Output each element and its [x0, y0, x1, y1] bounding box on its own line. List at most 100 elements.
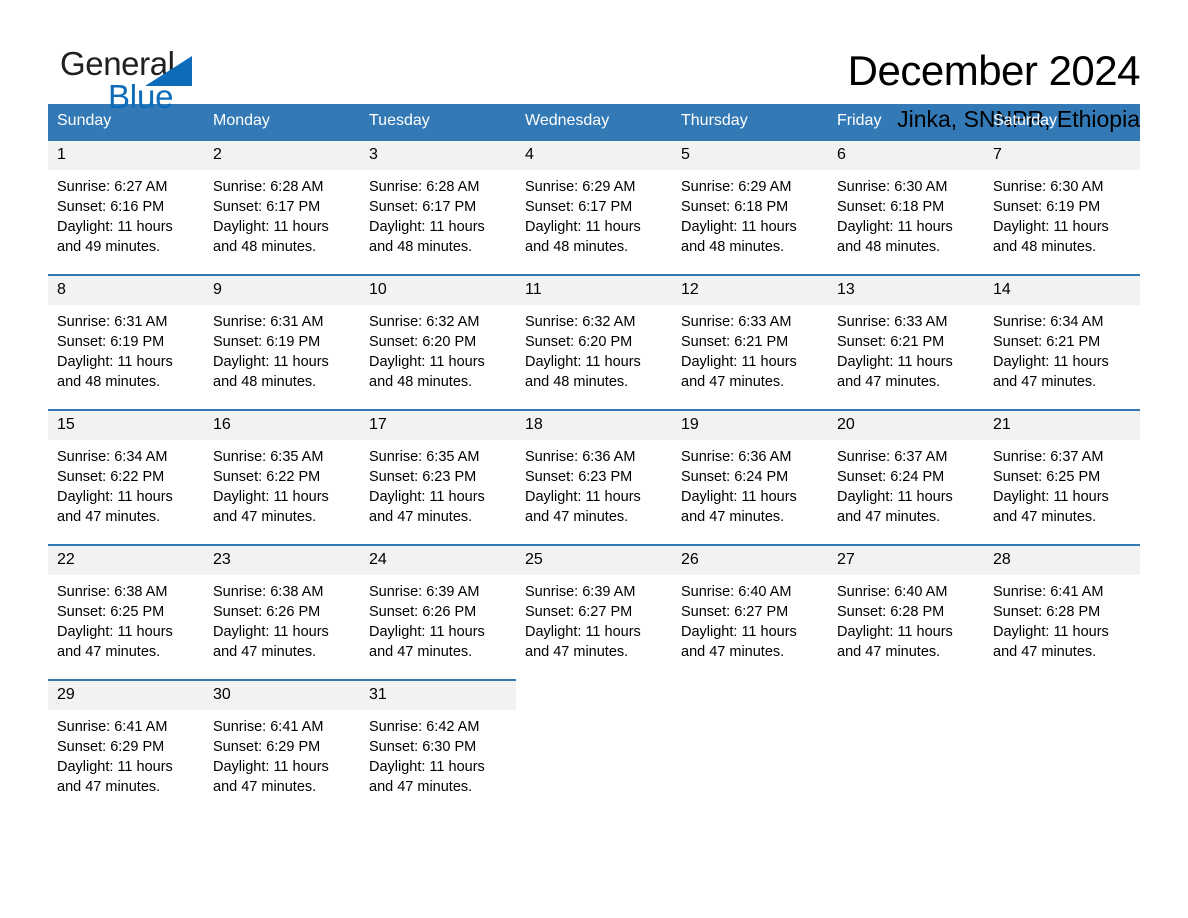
- day-cell[interactable]: 5 Sunrise: 6:29 AM Sunset: 6:18 PM Dayli…: [672, 139, 828, 259]
- sunset-text: Sunset: 6:22 PM: [213, 469, 321, 485]
- day-cell[interactable]: 21 Sunrise: 6:37 AM Sunset: 6:25 PM Dayl…: [984, 409, 1140, 529]
- daylight-text-line1: Daylight: 11 hours: [213, 759, 329, 775]
- sunset-text: Sunset: 6:19 PM: [993, 199, 1101, 215]
- day-number: 9: [204, 276, 360, 305]
- day-cell[interactable]: 14 Sunrise: 6:34 AM Sunset: 6:21 PM Dayl…: [984, 274, 1140, 394]
- daylight-text-line2: and 47 minutes.: [57, 779, 161, 795]
- day-cell[interactable]: 27 Sunrise: 6:40 AM Sunset: 6:28 PM Dayl…: [828, 544, 984, 664]
- sunset-text: Sunset: 6:17 PM: [213, 199, 321, 215]
- day-cell[interactable]: 7 Sunrise: 6:30 AM Sunset: 6:19 PM Dayli…: [984, 139, 1140, 259]
- day-cell[interactable]: 6 Sunrise: 6:30 AM Sunset: 6:18 PM Dayli…: [828, 139, 984, 259]
- sunrise-text: Sunrise: 6:30 AM: [837, 179, 948, 195]
- day-cell[interactable]: 30 Sunrise: 6:41 AM Sunset: 6:29 PM Dayl…: [204, 679, 360, 799]
- calendar-week-row: 29 Sunrise: 6:41 AM Sunset: 6:29 PM Dayl…: [48, 679, 1140, 799]
- day-cell[interactable]: 18 Sunrise: 6:36 AM Sunset: 6:23 PM Dayl…: [516, 409, 672, 529]
- sunset-text: Sunset: 6:30 PM: [369, 739, 477, 755]
- day-info: Sunrise: 6:37 AM Sunset: 6:25 PM Dayligh…: [984, 440, 1140, 527]
- general-blue-logo[interactable]: General Blue: [48, 46, 248, 122]
- day-cell[interactable]: 16 Sunrise: 6:35 AM Sunset: 6:22 PM Dayl…: [204, 409, 360, 529]
- sunset-text: Sunset: 6:22 PM: [57, 469, 165, 485]
- daylight-text-line1: Daylight: 11 hours: [213, 219, 329, 235]
- day-cell[interactable]: 22 Sunrise: 6:38 AM Sunset: 6:25 PM Dayl…: [48, 544, 204, 664]
- day-cell[interactable]: 2 Sunrise: 6:28 AM Sunset: 6:17 PM Dayli…: [204, 139, 360, 259]
- daylight-text-line1: Daylight: 11 hours: [369, 219, 485, 235]
- day-cell[interactable]: 9 Sunrise: 6:31 AM Sunset: 6:19 PM Dayli…: [204, 274, 360, 394]
- daylight-text-line1: Daylight: 11 hours: [525, 219, 641, 235]
- day-cell[interactable]: 26 Sunrise: 6:40 AM Sunset: 6:27 PM Dayl…: [672, 544, 828, 664]
- sunset-text: Sunset: 6:19 PM: [57, 334, 165, 350]
- day-number: 15: [48, 411, 204, 440]
- day-number: 16: [204, 411, 360, 440]
- sunset-text: Sunset: 6:28 PM: [837, 604, 945, 620]
- day-number: 21: [984, 411, 1140, 440]
- day-number: 26: [672, 546, 828, 575]
- sunrise-text: Sunrise: 6:35 AM: [369, 449, 480, 465]
- day-cell[interactable]: 17 Sunrise: 6:35 AM Sunset: 6:23 PM Dayl…: [360, 409, 516, 529]
- day-cell-empty: [672, 679, 828, 799]
- daylight-text-line2: and 47 minutes.: [525, 509, 629, 525]
- daylight-text-line2: and 47 minutes.: [369, 644, 473, 660]
- sunset-text: Sunset: 6:28 PM: [993, 604, 1101, 620]
- daylight-text-line2: and 48 minutes.: [681, 239, 785, 255]
- daylight-text-line2: and 47 minutes.: [993, 644, 1097, 660]
- sunrise-text: Sunrise: 6:28 AM: [213, 179, 324, 195]
- day-info: Sunrise: 6:32 AM Sunset: 6:20 PM Dayligh…: [516, 305, 672, 392]
- day-info: Sunrise: 6:36 AM Sunset: 6:23 PM Dayligh…: [516, 440, 672, 527]
- daylight-text-line2: and 47 minutes.: [681, 644, 785, 660]
- day-cell[interactable]: 1 Sunrise: 6:27 AM Sunset: 6:16 PM Dayli…: [48, 139, 204, 259]
- daylight-text-line1: Daylight: 11 hours: [57, 354, 173, 370]
- day-cell[interactable]: 19 Sunrise: 6:36 AM Sunset: 6:24 PM Dayl…: [672, 409, 828, 529]
- daylight-text-line1: Daylight: 11 hours: [681, 624, 797, 640]
- daylight-text-line2: and 48 minutes.: [525, 374, 629, 390]
- day-cell[interactable]: 8 Sunrise: 6:31 AM Sunset: 6:19 PM Dayli…: [48, 274, 204, 394]
- sunrise-text: Sunrise: 6:36 AM: [681, 449, 792, 465]
- daylight-text-line2: and 47 minutes.: [369, 779, 473, 795]
- sunrise-text: Sunrise: 6:38 AM: [213, 584, 324, 600]
- calendar-week-row: 22 Sunrise: 6:38 AM Sunset: 6:25 PM Dayl…: [48, 544, 1140, 664]
- day-number: 20: [828, 411, 984, 440]
- sunrise-text: Sunrise: 6:41 AM: [57, 719, 168, 735]
- sunset-text: Sunset: 6:20 PM: [525, 334, 633, 350]
- day-cell[interactable]: 23 Sunrise: 6:38 AM Sunset: 6:26 PM Dayl…: [204, 544, 360, 664]
- day-number: 27: [828, 546, 984, 575]
- day-number: 25: [516, 546, 672, 575]
- day-cell[interactable]: 10 Sunrise: 6:32 AM Sunset: 6:20 PM Dayl…: [360, 274, 516, 394]
- day-cell[interactable]: 15 Sunrise: 6:34 AM Sunset: 6:22 PM Dayl…: [48, 409, 204, 529]
- sunrise-text: Sunrise: 6:34 AM: [993, 314, 1104, 330]
- day-cell[interactable]: 13 Sunrise: 6:33 AM Sunset: 6:21 PM Dayl…: [828, 274, 984, 394]
- day-info: Sunrise: 6:39 AM Sunset: 6:27 PM Dayligh…: [516, 575, 672, 662]
- day-info: Sunrise: 6:41 AM Sunset: 6:29 PM Dayligh…: [48, 710, 204, 797]
- daylight-text-line2: and 47 minutes.: [57, 644, 161, 660]
- day-cell[interactable]: 12 Sunrise: 6:33 AM Sunset: 6:21 PM Dayl…: [672, 274, 828, 394]
- day-cell[interactable]: 28 Sunrise: 6:41 AM Sunset: 6:28 PM Dayl…: [984, 544, 1140, 664]
- sunset-text: Sunset: 6:26 PM: [213, 604, 321, 620]
- day-cell[interactable]: 24 Sunrise: 6:39 AM Sunset: 6:26 PM Dayl…: [360, 544, 516, 664]
- day-info: Sunrise: 6:34 AM Sunset: 6:21 PM Dayligh…: [984, 305, 1140, 392]
- day-info: Sunrise: 6:33 AM Sunset: 6:21 PM Dayligh…: [672, 305, 828, 392]
- day-cell[interactable]: 25 Sunrise: 6:39 AM Sunset: 6:27 PM Dayl…: [516, 544, 672, 664]
- day-number: 12: [672, 276, 828, 305]
- day-cell[interactable]: 4 Sunrise: 6:29 AM Sunset: 6:17 PM Dayli…: [516, 139, 672, 259]
- daylight-text-line1: Daylight: 11 hours: [369, 759, 485, 775]
- sunrise-text: Sunrise: 6:35 AM: [213, 449, 324, 465]
- week-spacer: [48, 529, 1140, 545]
- daylight-text-line2: and 47 minutes.: [837, 644, 941, 660]
- daylight-text-line1: Daylight: 11 hours: [369, 624, 485, 640]
- day-info: Sunrise: 6:39 AM Sunset: 6:26 PM Dayligh…: [360, 575, 516, 662]
- day-cell[interactable]: 31 Sunrise: 6:42 AM Sunset: 6:30 PM Dayl…: [360, 679, 516, 799]
- daylight-text-line1: Daylight: 11 hours: [57, 759, 173, 775]
- sunrise-text: Sunrise: 6:36 AM: [525, 449, 636, 465]
- day-cell[interactable]: 3 Sunrise: 6:28 AM Sunset: 6:17 PM Dayli…: [360, 139, 516, 259]
- day-cell[interactable]: 20 Sunrise: 6:37 AM Sunset: 6:24 PM Dayl…: [828, 409, 984, 529]
- daylight-text-line1: Daylight: 11 hours: [369, 354, 485, 370]
- calendar-week-row: 1 Sunrise: 6:27 AM Sunset: 6:16 PM Dayli…: [48, 139, 1140, 259]
- sunrise-text: Sunrise: 6:42 AM: [369, 719, 480, 735]
- sunset-text: Sunset: 6:16 PM: [57, 199, 165, 215]
- day-cell[interactable]: 11 Sunrise: 6:32 AM Sunset: 6:20 PM Dayl…: [516, 274, 672, 394]
- daylight-text-line2: and 48 minutes.: [525, 239, 629, 255]
- daylight-text-line2: and 47 minutes.: [213, 509, 317, 525]
- daylight-text-line2: and 47 minutes.: [213, 779, 317, 795]
- day-info: Sunrise: 6:29 AM Sunset: 6:17 PM Dayligh…: [516, 170, 672, 257]
- daylight-text-line2: and 47 minutes.: [837, 509, 941, 525]
- day-cell[interactable]: 29 Sunrise: 6:41 AM Sunset: 6:29 PM Dayl…: [48, 679, 204, 799]
